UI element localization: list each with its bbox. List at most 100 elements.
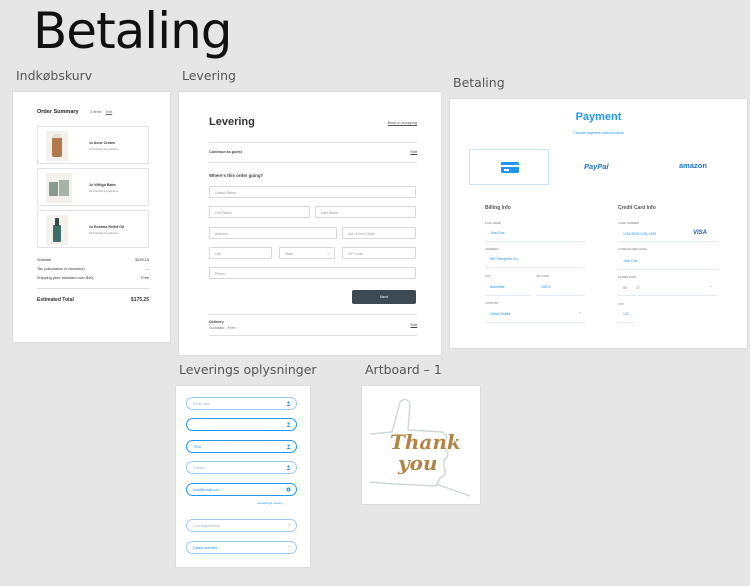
total-value: $175.25 (130, 297, 149, 303)
full-name-placeholder: Fulde navn (193, 402, 211, 406)
cart-item-name: 1x Vitiligo Balm (89, 183, 116, 187)
cart-item-name: 2x Eczema Relief Oil (89, 225, 124, 229)
artboard-label-thanks[interactable]: Artboard – 1 (365, 362, 442, 377)
apt-field[interactable]: Apt / Floor / Suite (342, 227, 416, 239)
at-icon (286, 487, 291, 492)
artboard-label-payment[interactable]: Betaling (453, 75, 505, 90)
delivery-edit-link[interactable]: Edit (410, 323, 417, 327)
address-value[interactable]: 897 Evergreen Rd (490, 257, 518, 261)
delivery-method-select[interactable]: Leveringsmetode ⌄ (186, 519, 297, 532)
artboard-label-delivery[interactable]: Levering (182, 68, 236, 83)
cart-item: 2x Eczema Relief Oil All Natural Ingredi… (37, 210, 149, 248)
artboard-info[interactable]: Fulde navn Tlf.nr Firmanr email@mail.com… (176, 386, 310, 567)
phone-placeholder: Tlf.nr (193, 445, 201, 449)
chevron-down-icon: ⌄ (326, 250, 330, 255)
artboard-cart[interactable]: Order Summary 3 items Edit 1x Acne Cream… (13, 92, 170, 342)
artboard-delivery[interactable]: Levering Back to shopping Continue as gu… (179, 92, 441, 355)
phone-input[interactable]: Tlf.nr (186, 440, 297, 453)
cvv-label: CVV (618, 302, 624, 306)
first-name-field[interactable]: First Name (209, 206, 310, 218)
country-field[interactable]: United States (209, 186, 416, 198)
total-label: Estimated Total (37, 297, 74, 303)
card-method-option[interactable] (469, 149, 549, 185)
chevron-down-icon: ⌄ (287, 521, 291, 526)
full-name-value[interactable]: John Doe (490, 231, 505, 235)
divider (618, 269, 718, 270)
cart-item-name: 1x Acne Cream (89, 141, 115, 145)
artboard-label-info[interactable]: Leverings oplysninger (179, 362, 317, 377)
divider (37, 288, 149, 289)
chevron-down-icon: ⌄ (709, 283, 713, 288)
paypal-option[interactable]: PayPal (584, 162, 609, 171)
delivery-method: Standard - Free (209, 326, 236, 330)
divider (618, 322, 636, 323)
cart-item: 1x Acne Cream All Natural Ingredients (37, 126, 149, 164)
divider (209, 162, 417, 163)
address-field[interactable]: Address (209, 227, 337, 239)
zip-value[interactable]: 94873 (541, 285, 550, 289)
page-title: Betaling (33, 2, 233, 60)
text-input-active[interactable] (186, 418, 297, 431)
tax-value: — (145, 267, 149, 271)
email-input[interactable]: email@mail.com (186, 483, 297, 496)
guest-edit-link[interactable]: Edit (410, 150, 417, 154)
cvv-value[interactable]: 123 (623, 312, 629, 316)
user-icon (286, 444, 291, 449)
total-row: Estimated Total $175.25 (37, 297, 149, 303)
address-label: ADDRESS (485, 247, 499, 251)
card-number-value[interactable]: 1234 5678 1234 1409 (623, 232, 656, 236)
divider (485, 241, 585, 242)
country-value[interactable]: United States (490, 312, 510, 316)
cart-item: 1x Vitiligo Balm All Natural Ingredients (37, 168, 149, 206)
shipping-row: Shipping (free standard over $40) Free (37, 276, 149, 280)
phone-field[interactable]: Phone (209, 267, 416, 279)
expiry-year[interactable]: 17 (636, 286, 640, 290)
delivery-question: Where's this order going? (209, 173, 264, 178)
card-number-label: CARD NUMBER (618, 221, 639, 225)
full-name-input[interactable]: Fulde navn (186, 397, 297, 410)
company-input[interactable]: Firmanr (186, 461, 297, 474)
product-image (46, 173, 72, 203)
city-field[interactable]: City (209, 247, 272, 259)
missing-hint: Something's missing (257, 501, 283, 505)
state-label: State (285, 252, 294, 256)
divider (618, 241, 718, 242)
divider (485, 267, 585, 268)
divider (209, 335, 417, 336)
option-select[interactable]: Option selected ⌄ (186, 541, 297, 554)
country-label: COUNTRY (485, 301, 499, 305)
cardholder-label: CARDHOLDER NAME (618, 247, 647, 251)
credit-card-icon (501, 162, 519, 173)
city-value[interactable]: Brazzville (490, 285, 505, 289)
artboard-payment[interactable]: Payment Choose payment method below PayP… (450, 99, 747, 348)
email-value: email@mail.com (193, 488, 219, 492)
artboard-label-cart[interactable]: Indkøbskurv (16, 68, 92, 83)
order-summary-title: Order Summary (37, 109, 79, 115)
divider (209, 142, 417, 143)
next-button[interactable]: Next (352, 290, 416, 304)
amazon-option[interactable]: amazon (679, 161, 707, 170)
divider (536, 295, 585, 296)
shipping-label: Shipping (free standard over $40) (37, 276, 94, 280)
tax-row: Tax (calculation in checkout) — (37, 267, 149, 271)
cart-item-sub: All Natural Ingredients (89, 147, 119, 151)
full-name-label: FULL NAME (485, 221, 501, 225)
divider (485, 322, 585, 323)
chevron-down-icon: ⌄ (287, 543, 291, 548)
product-image (46, 215, 68, 245)
zip-label: ZIP CODE (536, 274, 550, 278)
back-to-shopping-link[interactable]: Back to shopping (388, 121, 417, 125)
artboard-thanks[interactable]: Thank you (362, 386, 480, 504)
user-icon (286, 465, 291, 470)
last-name-field[interactable]: Last Name (315, 206, 416, 218)
cardholder-value[interactable]: John Doe (623, 259, 638, 263)
expiry-label: EXPIRE DATE (618, 275, 637, 279)
state-select[interactable]: State ⌄ (279, 247, 335, 259)
order-edit-link[interactable]: Edit (106, 110, 112, 114)
select-placeholder: Leveringsmetode (193, 524, 220, 528)
payment-title: Payment (575, 111, 622, 123)
select-value: Option selected (193, 546, 218, 550)
zip-field[interactable]: ZIP Code (342, 247, 416, 259)
expiry-month[interactable]: 05 (623, 286, 627, 290)
cart-item-sub: All Natural Ingredients (89, 189, 119, 193)
